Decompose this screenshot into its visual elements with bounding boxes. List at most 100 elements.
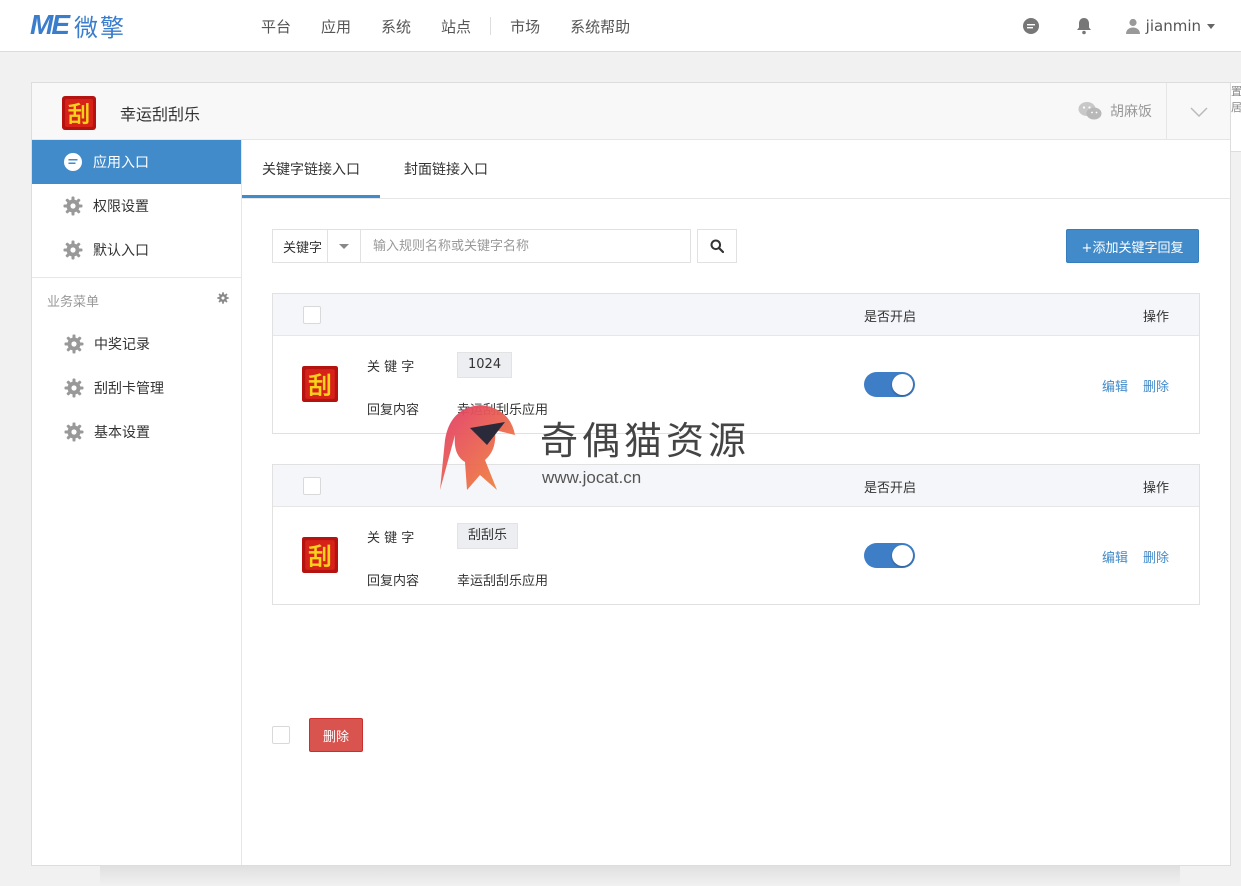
edit-link[interactable]: 编辑 xyxy=(1102,547,1128,566)
app-logo-icon: 刮 xyxy=(302,537,338,573)
sidebar-category-label: 业务菜单 xyxy=(47,294,100,310)
gear-icon xyxy=(63,333,85,355)
search-type-select[interactable]: 关键字 xyxy=(272,229,361,263)
rule-card: 是否开启 操作 刮 关 键 字 1024 回复内容 幸运刮刮乐应用 编辑 删除 xyxy=(272,293,1200,434)
reply-label: 回复内容 xyxy=(367,574,420,589)
col-ops-header: 操作 xyxy=(1142,481,1169,496)
nav-item-help[interactable]: 系统帮助 xyxy=(555,16,645,37)
keyword-label: 关 键 字 xyxy=(367,360,415,375)
top-bar: ME 微擎 平台 应用 系统 站点 市场 系统帮助 jianmin xyxy=(0,0,1241,52)
sidebar-item-permissions[interactable]: 权限设置 xyxy=(32,184,241,228)
svg-text:刮: 刮 xyxy=(68,102,90,128)
tab-bar: 关键字链接入口 封面链接入口 xyxy=(242,140,1230,199)
user-name: jianmin xyxy=(1145,17,1201,35)
gear-icon xyxy=(63,421,85,443)
svg-text:刮: 刮 xyxy=(308,544,331,571)
top-bar-actions: jianmin xyxy=(1020,0,1241,52)
account-name: 胡麻饭 xyxy=(1110,104,1152,120)
svg-text:刮: 刮 xyxy=(308,373,331,400)
gear-icon xyxy=(62,239,84,261)
app-logo-icon: 刮 xyxy=(62,96,96,130)
sidebar-item-basic-settings[interactable]: 基本设置 xyxy=(32,410,241,454)
app-logo-icon: 刮 xyxy=(302,366,338,402)
keyword-tag: 刮刮乐 xyxy=(457,523,519,549)
rule-card-header: 是否开启 操作 xyxy=(273,465,1199,507)
enabled-toggle[interactable] xyxy=(864,543,915,568)
sidebar-item-card-manage[interactable]: 刮刮卡管理 xyxy=(32,366,241,410)
reply-value: 幸运刮刮乐应用 xyxy=(457,403,549,418)
col-enabled-header: 是否开启 xyxy=(864,310,917,325)
message-icon[interactable] xyxy=(1020,15,1042,37)
tab-cover-entry[interactable]: 封面链接入口 xyxy=(384,140,508,198)
reply-value: 幸运刮刮乐应用 xyxy=(457,574,549,589)
search-input[interactable] xyxy=(361,229,691,263)
delete-link[interactable]: 删除 xyxy=(1143,376,1169,395)
sidebar-item-winners[interactable]: 中奖记录 xyxy=(32,322,241,366)
settings-icon[interactable] xyxy=(217,292,229,308)
row-actions: 编辑 删除 xyxy=(1102,376,1169,395)
chevron-down-icon xyxy=(1189,106,1208,117)
app-title: 幸运刮刮乐 xyxy=(120,105,201,124)
bulk-delete-button[interactable]: 删除 xyxy=(309,718,363,752)
enabled-toggle[interactable] xyxy=(864,372,915,397)
header-toggle[interactable] xyxy=(1166,83,1230,140)
search-bar: 关键字 xyxy=(272,229,737,263)
delete-link[interactable]: 删除 xyxy=(1143,547,1169,566)
select-all-checkbox[interactable] xyxy=(272,726,290,744)
nav-item-market[interactable]: 市场 xyxy=(495,16,555,37)
col-ops-header: 操作 xyxy=(1142,310,1169,325)
nav-item-system[interactable]: 系统 xyxy=(366,16,426,37)
select-checkbox[interactable] xyxy=(303,306,321,324)
chat-icon xyxy=(62,151,84,173)
tab-keyword-entry[interactable]: 关键字链接入口 xyxy=(242,140,380,198)
wechat-icon xyxy=(1078,102,1102,120)
rule-card-body: 刮 关 键 字 刮刮乐 回复内容 幸运刮刮乐应用 编辑 删除 xyxy=(273,507,1199,604)
reply-label: 回复内容 xyxy=(367,403,420,418)
col-enabled-header: 是否开启 xyxy=(864,481,917,496)
logo-me: ME xyxy=(30,9,70,40)
nav-item-platform[interactable]: 平台 xyxy=(246,16,306,37)
bell-icon[interactable] xyxy=(1073,15,1095,37)
search-icon xyxy=(710,239,724,253)
sidebar-item-label: 刮刮卡管理 xyxy=(94,381,164,397)
rule-card-body: 刮 关 键 字 1024 回复内容 幸运刮刮乐应用 编辑 删除 xyxy=(273,336,1199,433)
page-shadow xyxy=(100,866,1180,886)
sidebar: 应用入口 权限设置 默认入口 业务菜单 中奖记录 刮刮卡管理 基本设置 xyxy=(32,140,242,865)
rule-card-header: 是否开启 操作 xyxy=(273,294,1199,336)
nav-divider xyxy=(490,17,492,35)
bulk-actions: 删除 xyxy=(272,718,363,752)
sidebar-item-default-entry[interactable]: 默认入口 xyxy=(32,228,241,272)
logo[interactable]: ME 微擎 xyxy=(30,8,126,42)
edit-link[interactable]: 编辑 xyxy=(1102,376,1128,395)
caret-down-icon xyxy=(326,230,360,262)
search-type-value: 关键字 xyxy=(283,240,323,256)
chevron-down-icon xyxy=(1207,23,1215,29)
user-menu[interactable]: jianmin xyxy=(1125,17,1215,35)
rule-card: 是否开启 操作 刮 关 键 字 刮刮乐 回复内容 幸运刮刮乐应用 编辑 删除 xyxy=(272,464,1200,605)
side-edge-tab[interactable]: 置 居 xyxy=(1230,82,1241,152)
gear-icon xyxy=(63,377,85,399)
add-keyword-reply-button[interactable]: +添加关键字回复 xyxy=(1066,229,1199,263)
sidebar-item-label: 权限设置 xyxy=(93,199,149,215)
main-content: 关键字链接入口 封面链接入口 关键字 +添加关键字回复 是否开启 操作 xyxy=(242,140,1230,865)
search-button[interactable] xyxy=(697,229,737,263)
sidebar-item-label: 应用入口 xyxy=(93,155,149,171)
gear-icon xyxy=(62,195,84,217)
row-actions: 编辑 删除 xyxy=(1102,547,1169,566)
main-nav: 平台 应用 系统 站点 市场 系统帮助 xyxy=(246,0,645,52)
sidebar-item-label: 基本设置 xyxy=(94,425,150,441)
app-panel: 刮 幸运刮刮乐 胡麻饭 应用入口 权限设置 默认入口 业务菜单 中奖记录 刮刮卡… xyxy=(31,82,1231,866)
nav-item-site[interactable]: 站点 xyxy=(426,16,486,37)
sidebar-category: 业务菜单 xyxy=(32,278,241,322)
sidebar-item-label: 默认入口 xyxy=(93,243,149,259)
select-checkbox[interactable] xyxy=(303,477,321,495)
keyword-label: 关 键 字 xyxy=(367,531,415,546)
sidebar-item-entry[interactable]: 应用入口 xyxy=(32,140,241,184)
app-header: 刮 幸运刮刮乐 胡麻饭 xyxy=(32,83,1230,140)
sidebar-item-label: 中奖记录 xyxy=(94,337,150,353)
keyword-tag: 1024 xyxy=(457,352,513,378)
account-switcher[interactable]: 胡麻饭 xyxy=(1078,101,1152,121)
logo-text: 微擎 xyxy=(74,13,126,42)
user-icon xyxy=(1125,18,1140,34)
nav-item-apps[interactable]: 应用 xyxy=(306,16,366,37)
